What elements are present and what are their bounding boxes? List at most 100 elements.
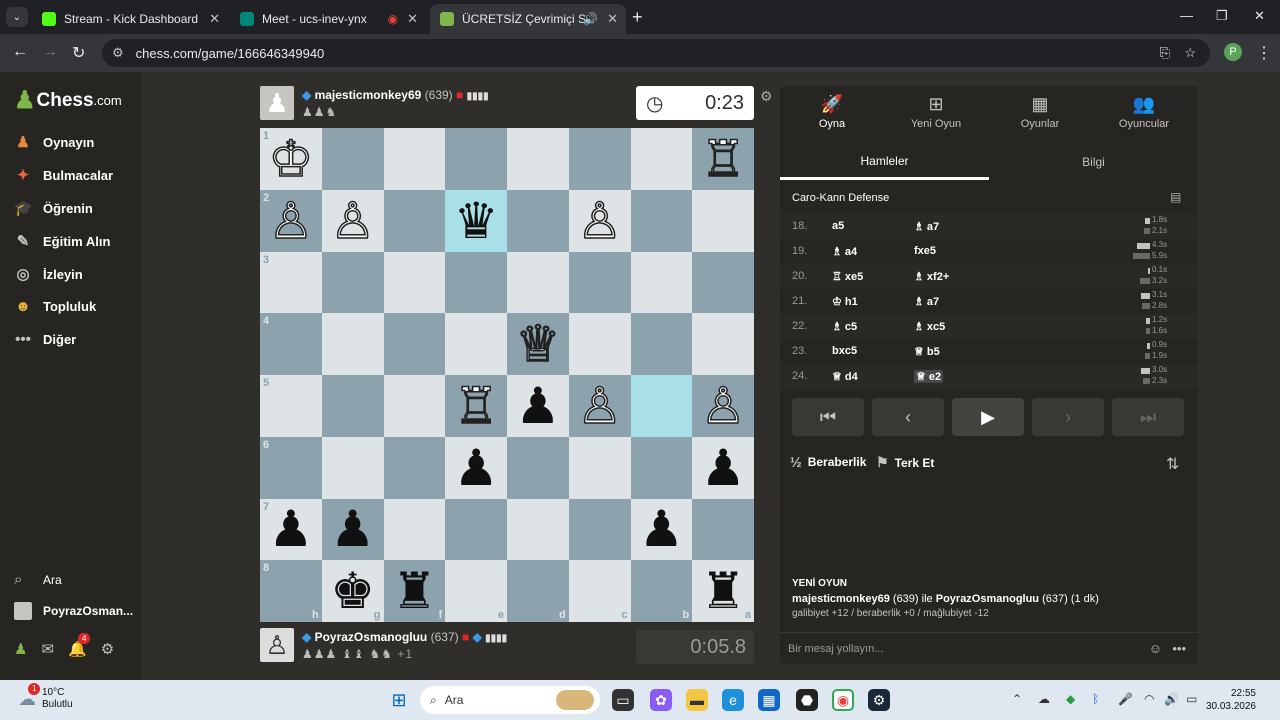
sidebar-item-learn[interactable]: 🎓 Öğrenin — [14, 199, 93, 217]
board-square[interactable]: f ♜ — [383, 560, 446, 622]
board-square[interactable] — [692, 498, 754, 561]
mail-icon[interactable]: ✉ — [41, 640, 54, 658]
tab-players[interactable]: 👥 Oyuncular — [1092, 94, 1196, 130]
sidebar-item-play[interactable]: ♟ Oynayın — [14, 133, 94, 151]
app-icon[interactable]: ⬣ — [796, 689, 818, 711]
last-move-button[interactable]: ⏭ — [1112, 398, 1184, 436]
tab-search-button[interactable]: ⌄ — [6, 7, 28, 27]
board-square[interactable] — [568, 251, 631, 314]
sidebar-item-puzzles[interactable]: ✦ Bulmacalar — [14, 166, 113, 184]
task-view-icon[interactable]: ▭ — [612, 689, 634, 711]
white-move[interactable]: bxc5 — [832, 345, 857, 357]
board-square[interactable] — [630, 189, 693, 252]
board-square[interactable] — [383, 498, 446, 561]
board-square[interactable] — [568, 313, 631, 375]
board-square[interactable]: ♟ — [692, 436, 754, 499]
black-move[interactable]: ♕ b5 — [914, 345, 940, 358]
tray-app-icon[interactable]: ☁ — [1038, 692, 1050, 706]
board-square[interactable]: 6 — [260, 436, 322, 499]
tray-chevron-icon[interactable]: ⌃ — [1012, 692, 1022, 706]
chess-piece[interactable]: ♟ — [330, 504, 375, 554]
board-square[interactable] — [445, 498, 507, 561]
black-move[interactable]: ♗ xf2+ — [914, 270, 949, 283]
play-button[interactable]: ▶ — [952, 398, 1024, 436]
tab-new-game[interactable]: ⊞ Yeni Oyun — [884, 94, 988, 130]
board-square[interactable] — [568, 128, 631, 190]
tab-play[interactable]: 🚀 Oyna — [780, 94, 884, 130]
black-move[interactable]: fxe5 — [914, 245, 936, 257]
sidebar-item-coach[interactable]: ✎ Eğitim Alın — [14, 232, 111, 250]
tab-info[interactable]: Bilgi — [989, 144, 1198, 180]
browser-tab-kick[interactable]: Stream - Kick Dashboard ✕ — [32, 4, 228, 34]
tray-app-icon[interactable]: ◆ — [1066, 692, 1075, 706]
board-square[interactable]: ♟ — [507, 375, 569, 437]
black-move[interactable]: ♕ e2 — [914, 370, 944, 383]
file-explorer-icon[interactable]: ▬ — [686, 689, 708, 711]
board-square[interactable]: ♙ — [321, 189, 384, 252]
board-square[interactable] — [445, 251, 507, 314]
next-move-button[interactable]: › — [1032, 398, 1104, 436]
board-square[interactable] — [507, 251, 569, 314]
board-square[interactable] — [445, 313, 507, 375]
resign-button[interactable]: ⚑ Terk Et — [876, 454, 934, 471]
white-move[interactable]: ♕ d4 — [832, 370, 858, 383]
board-square[interactable] — [321, 313, 384, 375]
chess-piece[interactable]: ♙ — [329, 195, 375, 247]
new-tab-button[interactable]: + — [632, 7, 643, 28]
edge-icon[interactable]: e — [722, 689, 744, 711]
board-square[interactable]: 1 ♔ — [260, 128, 322, 190]
install-icon[interactable]: ⎘ — [1160, 45, 1170, 61]
chess-piece[interactable]: ♕ — [515, 318, 561, 370]
player-link[interactable]: PoyrazOsmanogluu — [936, 593, 1039, 605]
board-square[interactable]: ♙ — [568, 375, 631, 437]
windows-start-icon[interactable]: ⊞ — [388, 689, 410, 711]
sidebar-item-community[interactable]: ☻ Topluluk — [14, 298, 96, 315]
board-square[interactable] — [321, 128, 384, 190]
board-square[interactable]: ♟ — [445, 436, 507, 499]
board-square[interactable] — [568, 498, 631, 561]
player-link[interactable]: majesticmonkey69 — [792, 593, 890, 605]
board-square[interactable]: ♛ — [445, 189, 507, 252]
board-square[interactable]: e — [445, 560, 507, 622]
board-square[interactable]: 5 — [260, 375, 322, 437]
friends-icon[interactable]: ♟ — [14, 640, 27, 658]
board-square[interactable]: 8h — [260, 560, 322, 622]
reload-icon[interactable]: ↻ — [72, 43, 85, 63]
board-square[interactable]: 3 — [260, 251, 322, 314]
white-move[interactable]: ♔ h1 — [832, 295, 858, 308]
chrome-icon[interactable]: ◉ — [832, 689, 854, 711]
board-square[interactable]: d — [507, 560, 569, 622]
store-icon[interactable]: ▦ — [758, 689, 780, 711]
url-field[interactable]: ⚙ chess.com/game/166646349940 ⎘ ☆ — [102, 39, 1210, 67]
maximize-icon[interactable]: ❐ — [1216, 8, 1228, 24]
board-square[interactable] — [383, 251, 446, 314]
site-info-icon[interactable]: ⚙ — [112, 45, 124, 61]
board-square[interactable]: 2 ♙ — [260, 189, 322, 252]
chess-piece[interactable]: ♔ — [268, 133, 314, 185]
board-square[interactable] — [692, 251, 754, 314]
chess-board[interactable]: 1 ♔ ♖ 2 ♙ ♙ ♛ ♙ 3 4 ♕ 5 ♖ ♟ ♙ ♙ 6 ♟ ♟ 7 ♟ ♟ ♟ 8 h g ♚ f ♜ e d c b a ♜ — [260, 128, 754, 622]
board-square[interactable]: c — [568, 560, 631, 622]
board-square[interactable]: 7 ♟ — [260, 498, 322, 561]
chess-piece[interactable]: ♟ — [454, 443, 499, 493]
board-square[interactable] — [321, 436, 384, 499]
board-square[interactable] — [692, 189, 754, 252]
board-square[interactable]: ♕ — [507, 313, 569, 375]
chess-piece[interactable]: ♛ — [454, 196, 499, 246]
more-icon[interactable]: ••• — [1172, 641, 1186, 656]
flip-board-icon[interactable]: ⇅ — [1166, 454, 1179, 474]
board-square[interactable] — [507, 128, 569, 190]
board-square[interactable] — [507, 436, 569, 499]
board-square[interactable]: a ♜ — [692, 560, 754, 622]
bookmark-icon[interactable]: ☆ — [1184, 45, 1196, 61]
board-square[interactable]: ♖ — [445, 375, 507, 437]
board-square[interactable] — [507, 189, 569, 252]
board-square[interactable]: 4 — [260, 313, 322, 375]
wifi-icon[interactable]: ◠ — [1144, 692, 1154, 706]
first-move-button[interactable]: ⏮ — [792, 398, 864, 436]
chess-piece[interactable]: ♖ — [700, 133, 746, 185]
profile-avatar[interactable]: P — [1224, 43, 1242, 61]
white-move[interactable]: ♗ a4 — [832, 245, 857, 258]
system-clock[interactable]: 22:55 30.03.2026 — [1206, 687, 1256, 713]
browser-tab-chess[interactable]: ÜCRETSİZ Çevrimiçi Satranç 🔊 ✕ — [430, 4, 626, 34]
